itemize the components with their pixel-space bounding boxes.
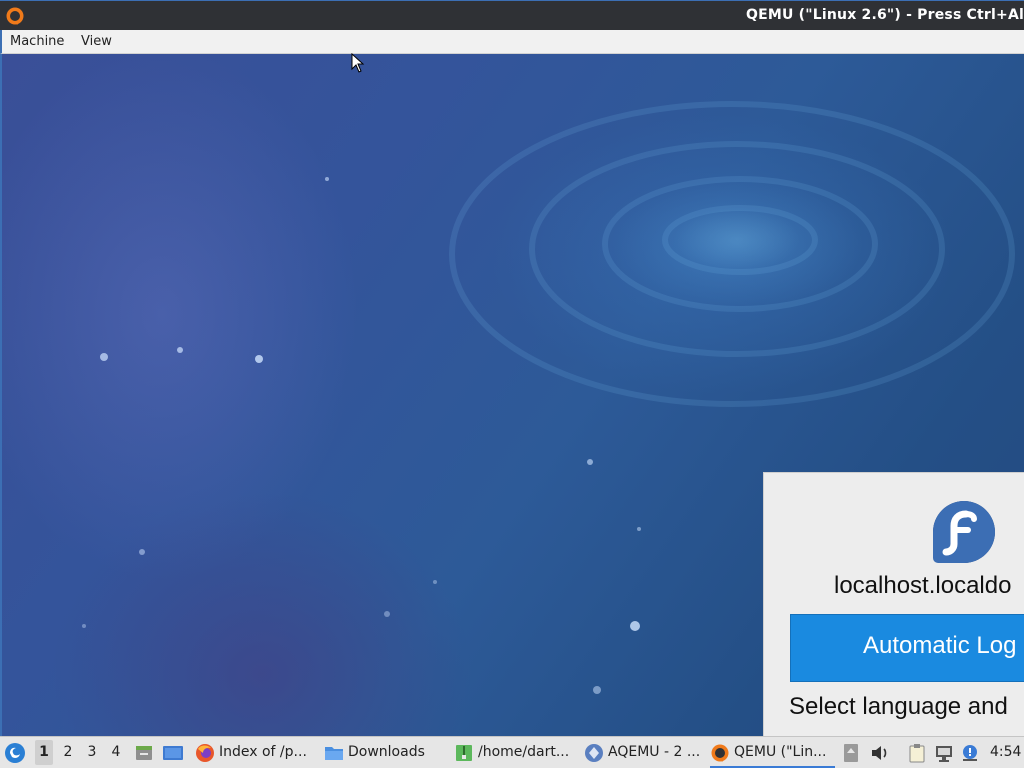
automatic-login-button[interactable]: Automatic Log — [790, 614, 1024, 682]
network-icon[interactable] — [934, 743, 954, 763]
task-label: Downloads — [348, 744, 425, 760]
file-manager-icon[interactable] — [134, 743, 154, 763]
folder-icon — [325, 747, 343, 760]
task-home-folder[interactable]: /home/dart... — [454, 737, 579, 768]
archive-icon — [456, 745, 472, 761]
task-downloads[interactable]: Downloads — [324, 737, 449, 768]
menu-machine[interactable]: Machine — [10, 34, 64, 49]
qemu-icon[interactable] — [5, 6, 25, 26]
hostname-label: localhost.localdo — [834, 572, 1012, 599]
login-panel: localhost.localdo Automatic Log Select l… — [763, 472, 1024, 736]
qemu-icon — [711, 744, 729, 762]
task-label: Index of /p... — [219, 744, 307, 760]
desktop-icon[interactable] — [162, 743, 184, 763]
clock[interactable]: 4:54 — [990, 744, 1021, 760]
menu-view[interactable]: View — [81, 34, 112, 49]
window-title: QEMU ("Linux 2.6") - Press Ctrl+Al — [746, 7, 1024, 23]
mouse-cursor-icon — [351, 53, 365, 73]
workspace-1[interactable]: 1 — [35, 740, 53, 765]
vm-display[interactable]: localhost.localdo Automatic Log Select l… — [0, 54, 1024, 736]
fedora-icon — [933, 501, 995, 563]
window-titlebar[interactable]: QEMU ("Linux 2.6") - Press Ctrl+Al — [0, 0, 1024, 30]
workspace-4[interactable]: 4 — [107, 744, 125, 760]
menubar: Machine View — [0, 30, 1024, 54]
firefox-icon — [196, 744, 214, 762]
select-language-label[interactable]: Select language and — [789, 693, 1008, 721]
workspace-3[interactable]: 3 — [83, 744, 101, 760]
task-label: AQEMU - 2 ... — [608, 744, 701, 760]
task-label: /home/dart... — [478, 744, 570, 760]
drive-icon[interactable] — [843, 743, 859, 763]
aqemu-icon — [585, 744, 603, 762]
volume-icon[interactable] — [870, 743, 890, 763]
task-qemu[interactable]: QEMU ("Lin... — [710, 737, 835, 768]
task-firefox[interactable]: Index of /p... — [195, 737, 315, 768]
start-menu-icon[interactable] — [4, 742, 26, 764]
task-label: QEMU ("Lin... — [734, 744, 827, 760]
workspace-2[interactable]: 2 — [59, 744, 77, 760]
task-aqemu[interactable]: AQEMU - 2 ... — [584, 737, 704, 768]
notification-icon[interactable] — [960, 743, 980, 763]
clipboard-icon[interactable] — [907, 743, 927, 763]
taskbar: 1 2 3 4 Index of /p... Downloads /home/d — [0, 736, 1024, 768]
